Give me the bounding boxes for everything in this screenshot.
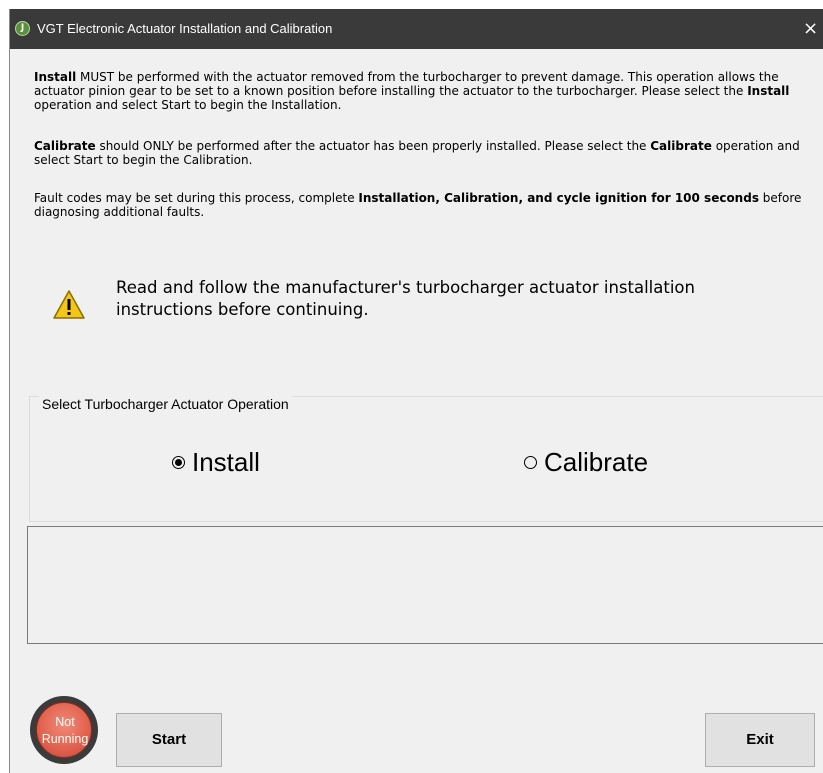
window-title: VGT Electronic Actuator Installation and…	[37, 21, 333, 36]
main-window: J VGT Electronic Actuator Installation a…	[9, 9, 823, 773]
install-radio-label[interactable]: Install	[192, 447, 260, 478]
fault-emphasis: Installation, Calibration, and cycle ign…	[358, 191, 759, 205]
exit-button[interactable]: Exit	[705, 713, 815, 767]
install-keyword: Install	[34, 70, 77, 84]
install-text-1: MUST be performed with the actuator remo…	[34, 70, 779, 98]
start-button[interactable]: Start	[116, 713, 222, 767]
title-bar: J VGT Electronic Actuator Installation a…	[10, 9, 823, 49]
warning-triangle-icon	[53, 290, 85, 319]
status-output-panel	[27, 526, 823, 644]
install-radio[interactable]: Install	[172, 445, 260, 479]
operation-group-label: Select Turbocharger Actuator Operation	[39, 396, 292, 412]
calibrate-radio[interactable]: Calibrate	[524, 445, 648, 479]
calibrate-instructions: Calibrate should ONLY be performed after…	[34, 139, 804, 167]
install-keyword-2: Install	[747, 84, 790, 98]
calibrate-text-1: should ONLY be performed after the actua…	[95, 139, 651, 153]
warning-message: Read and follow the manufacturer's turbo…	[116, 278, 695, 319]
close-button[interactable]: ×	[803, 15, 823, 43]
install-instructions: Install MUST be performed with the actua…	[34, 70, 804, 112]
fault-text-1: Fault codes may be set during this proce…	[34, 191, 359, 205]
radio-checked-icon[interactable]	[172, 455, 185, 469]
calibrate-keyword-2: Calibrate	[650, 139, 712, 153]
status-indicator: Not Running	[30, 696, 98, 764]
status-indicator-text: Not Running	[41, 715, 89, 746]
fault-code-notice: Fault codes may be set during this proce…	[34, 191, 804, 219]
status-indicator-lamp: Not Running	[36, 702, 92, 758]
install-text-2: operation and select Start to begin the …	[34, 98, 342, 112]
operation-group	[29, 396, 823, 522]
calibrate-keyword: Calibrate	[34, 139, 96, 153]
app-logo-icon: J	[15, 21, 30, 36]
radio-unchecked-icon[interactable]	[524, 455, 537, 469]
calibrate-radio-label[interactable]: Calibrate	[544, 447, 648, 478]
